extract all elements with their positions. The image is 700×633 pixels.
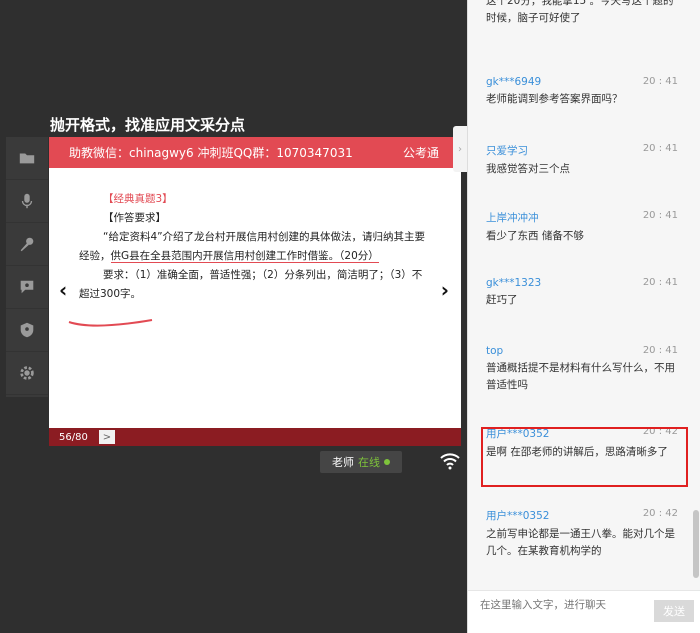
chat-panel: 这个20分，我能拿15 。今天写这个题的时候，脑子可好使了 gk***6949 …: [467, 0, 700, 633]
page-title: 抛开格式，找准应用文采分点: [50, 116, 246, 134]
chat-text: 普通概括提不是材料有什么写什么，不用普适性吗: [486, 362, 675, 391]
online-dot-icon: [384, 459, 390, 465]
chat-time: 20 : 41: [642, 143, 678, 154]
slide-viewer: 助教微信：chinagwy6 冲刺班QQ群：1070347031 公考通 ‹ ›…: [49, 137, 461, 446]
chat-time: 20 : 41: [642, 210, 678, 221]
send-button[interactable]: 发送: [654, 600, 694, 622]
question-label: 【经典真题3】: [103, 193, 173, 205]
online-label: 在线: [358, 456, 380, 469]
karaoke-mic-icon[interactable]: [6, 223, 48, 266]
chat-message: 上岸冲冲冲 20 : 41 看少了东西 储备不够: [486, 210, 678, 245]
chat-username: gk***1323: [486, 277, 542, 289]
chat-scrollbar[interactable]: [693, 510, 699, 578]
chat-username: top: [486, 345, 504, 357]
chat-message-list[interactable]: 这个20分，我能拿15 。今天写这个题的时候，脑子可好使了 gk***6949 …: [468, 0, 700, 590]
microphone-icon[interactable]: [6, 180, 48, 223]
chat-text: 赶巧了: [486, 294, 518, 306]
question-line-1: “给定资料4”介绍了龙台村开展信用村创建的具体做法，请归纳其主要: [103, 231, 426, 243]
chat-message: top 20 : 41 普通概括提不是材料有什么写什么，不用普适性吗: [486, 345, 678, 394]
chat-username: 用户***0352: [486, 510, 550, 522]
prev-slide-button[interactable]: ‹: [59, 278, 67, 302]
chat-username: 只爱学习: [486, 145, 528, 157]
chat-message: 这个20分，我能拿15 。今天写这个题的时候，脑子可好使了: [486, 0, 678, 27]
teacher-status-badge: 老师 在线: [320, 451, 402, 473]
chat-input-area: 发送: [468, 590, 700, 633]
question-line-2a: 经验，: [79, 250, 111, 262]
question-line-2b: 供G县在全县范围内开展信用村创建工作时借鉴。（20分）: [110, 250, 379, 263]
chat-bubble-icon[interactable]: [6, 266, 48, 309]
collapse-chat-button[interactable]: ›: [453, 126, 467, 172]
slide-body: ‹ › 【经典真题3】 【作答要求】 “给定资料4”介绍了龙台村开展信用村创建的…: [49, 168, 461, 424]
next-page-button[interactable]: >: [99, 430, 115, 444]
shield-icon[interactable]: [6, 309, 48, 352]
chat-text: 我感觉答对三个点: [486, 163, 570, 175]
teacher-label: 老师: [332, 456, 354, 469]
chat-time: 20 : 41: [642, 277, 678, 288]
chat-username: 上岸冲冲冲: [486, 212, 539, 224]
chat-text: 这个20分，我能拿15 。今天写这个题的时候，脑子可好使了: [486, 0, 674, 24]
chat-message: 只爱学习 20 : 41 我感觉答对三个点: [486, 143, 678, 178]
chat-message: gk***1323 20 : 41 赶巧了: [486, 277, 678, 309]
highlight-box: [481, 427, 688, 487]
pen-annotation: [68, 319, 153, 327]
chat-text: 看少了东西 储备不够: [486, 230, 584, 242]
slide-content: 【经典真题3】 【作答要求】 “给定资料4”介绍了龙台村开展信用村创建的具体做法…: [79, 190, 429, 304]
question-line-3: 要求：（1）准确全面，普适性强；（2）分条列出，简洁明了；（3）不: [103, 269, 423, 281]
slide-header-contact: 助教微信：chinagwy6 冲刺班QQ群：1070347031: [69, 146, 353, 160]
chat-username: gk***6949: [486, 76, 542, 88]
chat-input[interactable]: [480, 599, 645, 611]
chat-text: 之前写申论都是一通王八拳。能对几个是几个。在某教育机构学的: [486, 528, 675, 557]
slide-footer: 56/80 >: [49, 428, 461, 446]
next-slide-arrow-button[interactable]: ›: [441, 278, 449, 302]
folder-icon[interactable]: [6, 137, 48, 180]
page-indicator: 56/80: [59, 431, 88, 443]
question-line-4: 超过300字。: [79, 288, 142, 300]
slide-header-brand: 公考通: [402, 146, 439, 160]
chat-message: 用户***0352 20 : 42 之前写申论都是一通王八拳。能对几个是几个。在…: [486, 508, 678, 560]
wifi-icon: [440, 453, 460, 470]
chat-time: 20 : 41: [642, 345, 678, 356]
requirement-heading: 【作答要求】: [103, 212, 166, 224]
chat-time: 20 : 41: [642, 76, 678, 87]
chat-time: 20 : 42: [642, 508, 678, 519]
question-line-2: 经验，供G县在全县范围内开展信用村创建工作时借鉴。（20分）: [79, 247, 429, 266]
chat-text: 老师能调到参考答案界面吗？: [486, 93, 623, 105]
gear-icon[interactable]: [6, 352, 48, 395]
chat-message: gk***6949 20 : 41 老师能调到参考答案界面吗？: [486, 76, 678, 108]
left-toolbar: [6, 137, 48, 397]
slide-header: 助教微信：chinagwy6 冲刺班QQ群：1070347031 公考通: [49, 137, 461, 168]
